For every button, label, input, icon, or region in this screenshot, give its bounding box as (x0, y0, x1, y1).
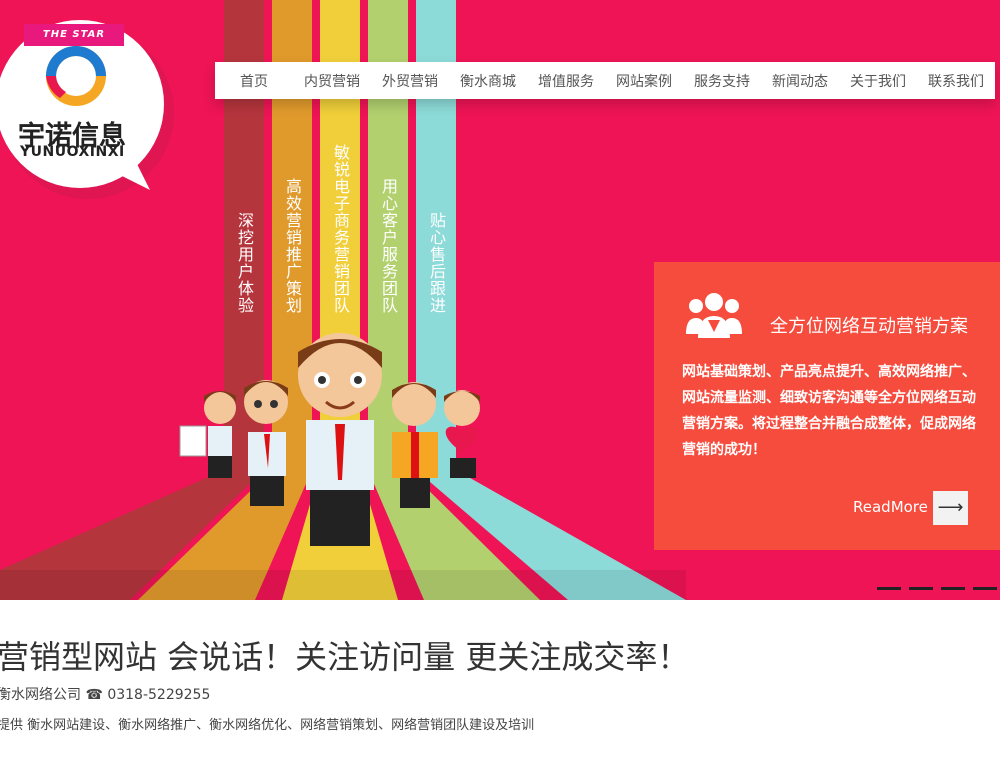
info-body: 网站基础策划、产品亮点提升、高效网络推广、网站流量监测、细致访客沟通等全方位网络… (682, 364, 976, 458)
contact-line: 衡水网络公司 ☎ 0318-5229255 (0, 687, 211, 703)
stripe-label-2: 高效营销推广策划 (283, 178, 302, 314)
main-nav: 首页 内贸营销 外贸营销 衡水商城 增值服务 网站案例 服务支持 新闻动态 关于… (215, 62, 995, 99)
stripe-label-3: 敏锐电子商务营销团队 (331, 144, 350, 314)
team-icon (686, 293, 742, 338)
logo-tagline: THE STAR (24, 24, 124, 46)
nav-item-support[interactable]: 服务支持 (683, 71, 761, 91)
nav-item-contact[interactable]: 联系我们 (917, 71, 995, 91)
logo-pinyin: YUNUOXINXI (20, 144, 125, 160)
nav-item-home[interactable]: 首页 (215, 71, 293, 91)
slider-dot-3[interactable] (909, 587, 933, 590)
page: 深挖用户体验 高效营销推广策划 敏锐电子商务营销团队 用心客户服务团队 贴心售后… (0, 0, 1000, 768)
info-box: 全方位网络互动营销方案 网站基础策划、产品亮点提升、高效网络推广、网站流量监测、… (654, 262, 1000, 550)
stripe-label-1: 深挖用户体验 (235, 212, 254, 314)
slider-dot-1[interactable] (845, 587, 869, 590)
nav-item-news[interactable]: 新闻动态 (761, 71, 839, 91)
slider-pagination (845, 587, 997, 590)
slider-dot-5[interactable] (973, 587, 997, 590)
nav-item-cases[interactable]: 网站案例 (605, 71, 683, 91)
nav-item-about[interactable]: 关于我们 (839, 71, 917, 91)
nav-item-value-added[interactable]: 增值服务 (527, 71, 605, 91)
info-title: 全方位网络互动营销方案 (770, 316, 968, 337)
hero-banner: 深挖用户体验 高效营销推广策划 敏锐电子商务营销团队 用心客户服务团队 贴心售后… (0, 0, 1000, 600)
figure-small-left (179, 391, 236, 478)
stripe-label-5: 贴心售后跟进 (427, 212, 446, 314)
nav-item-foreign-marketing[interactable]: 外贸营销 (371, 71, 449, 91)
slider-dot-4[interactable] (941, 587, 965, 590)
read-more-link[interactable]: ReadMore (853, 498, 928, 516)
nav-item-hengshui-mall[interactable]: 衡水商城 (449, 71, 527, 91)
services-line: 提供 衡水网站建设、衡水网络推广、衡水网络优化、网络营销策划、网络营销团队建设及… (0, 718, 535, 733)
slider-dot-2[interactable] (877, 587, 901, 590)
page-headline: 营销型网站 会说话！关注访问量 更关注成交率！ (0, 638, 690, 676)
read-more-arrow-icon[interactable]: ⟶ (933, 491, 968, 525)
logo[interactable]: THE STAR 宇诺信息 YUNUOXINXI (0, 18, 170, 198)
stripe-label-4: 用心客户服务团队 (379, 178, 398, 314)
figure-main (298, 333, 382, 546)
nav-item-domestic-marketing[interactable]: 内贸营销 (293, 71, 371, 91)
figure-headset (244, 380, 288, 506)
